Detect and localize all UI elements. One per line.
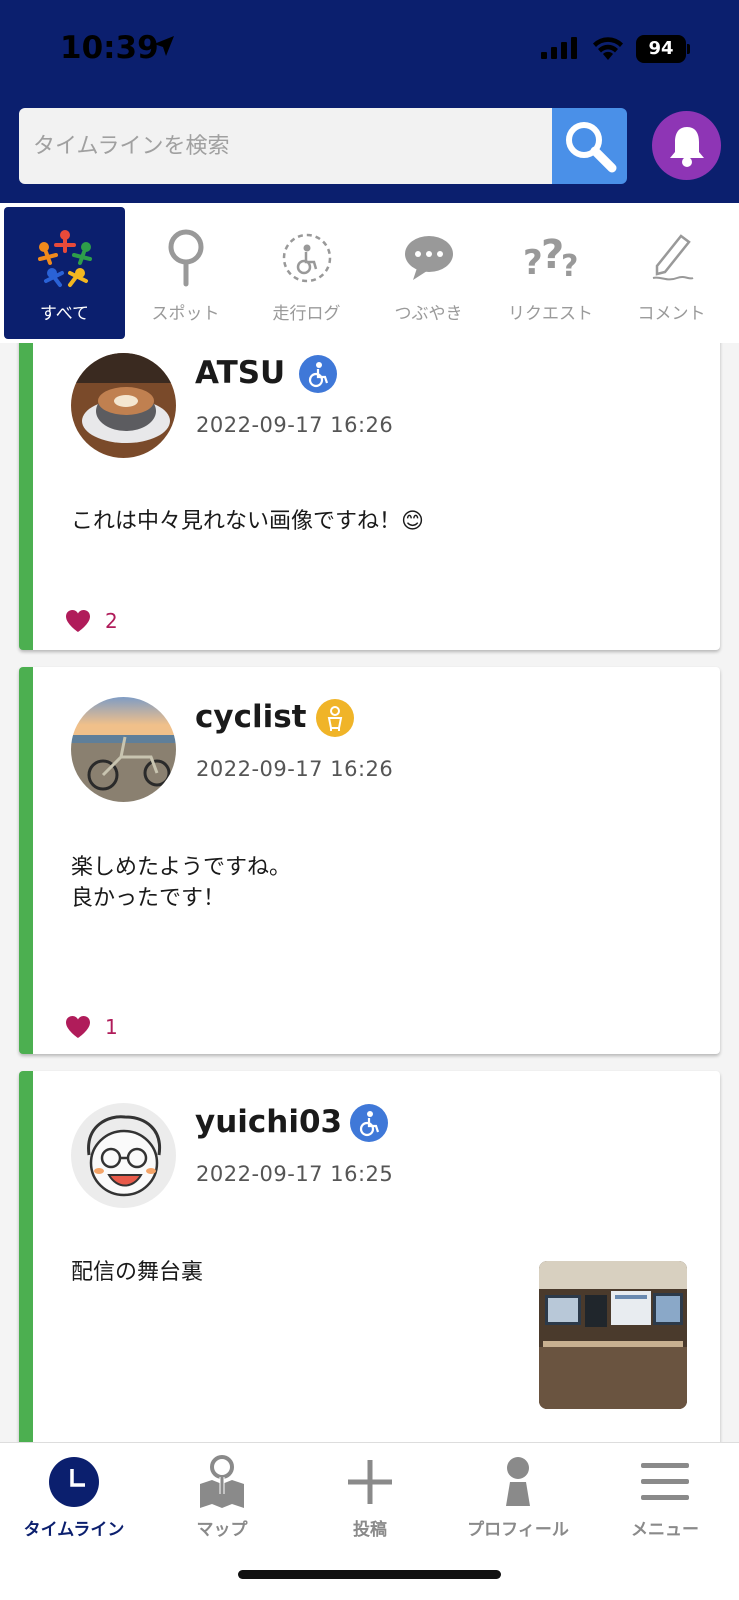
- nav-post[interactable]: 投稿: [296, 1451, 444, 1541]
- wheelchair-route-icon: [282, 233, 331, 283]
- username[interactable]: cyclist: [195, 699, 306, 735]
- tab-comment[interactable]: コメント: [611, 207, 732, 339]
- tab-label: スポット: [151, 304, 220, 324]
- app-header: 10:39 94: [0, 0, 739, 203]
- svg-text:?: ?: [561, 249, 578, 284]
- tab-label: コメント: [637, 304, 706, 324]
- beach-bicycle-photo: [71, 697, 176, 802]
- tab-label: すべて: [39, 304, 90, 324]
- search-button[interactable]: [552, 108, 627, 184]
- cellular-signal-icon: [541, 37, 577, 59]
- speech-bubble-icon: [404, 236, 453, 280]
- wifi-icon: [593, 37, 623, 60]
- heart-icon: [66, 610, 90, 632]
- status-time: 10:39: [60, 30, 159, 66]
- map-pin-icon: [200, 1455, 244, 1508]
- post-text: 配信の舞台裏: [71, 1260, 204, 1285]
- post-timestamp: 2022-09-17 16:26: [196, 413, 394, 437]
- post-card[interactable]: yuichi03 2022-09-17 16:25 配信の舞台裏: [19, 1071, 720, 1442]
- plus-icon: [348, 1460, 392, 1504]
- tab-request[interactable]: ? ? ? リクエスト: [490, 207, 611, 339]
- nav-map[interactable]: マップ: [148, 1451, 296, 1541]
- nav-label: プロフィール: [467, 1520, 569, 1540]
- avatar[interactable]: [71, 353, 176, 458]
- like-count: 2: [105, 609, 118, 633]
- person-icon: [506, 1457, 530, 1506]
- post-timestamp: 2022-09-17 16:25: [196, 1162, 394, 1186]
- nav-label: タイムライン: [23, 1520, 125, 1540]
- bell-icon: [669, 126, 704, 167]
- tab-label: つぶやき: [394, 304, 463, 324]
- people-circle-icon: [37, 230, 92, 287]
- desk-monitors-photo: [539, 1261, 687, 1409]
- status-bar: 10:39 94: [0, 0, 739, 100]
- like-button[interactable]: 1: [65, 1015, 118, 1039]
- heart-icon: [66, 1016, 90, 1038]
- nav-label: マップ: [196, 1520, 248, 1540]
- wheelchair-icon: [308, 362, 329, 388]
- post-text: これは中々見れない画像ですね！😊: [71, 509, 424, 534]
- nav-profile[interactable]: プロフィール: [444, 1451, 592, 1541]
- nav-label: 投稿: [353, 1520, 387, 1540]
- wheelchair-icon: [359, 1111, 380, 1137]
- post-card[interactable]: ATSU 2022-09-17 16:26 これは中々見れない画像ですね！😊 2: [19, 343, 720, 650]
- search-input[interactable]: [33, 133, 553, 159]
- home-indicator[interactable]: [238, 1570, 501, 1579]
- pencil-icon: [652, 234, 693, 281]
- nav-label: メニュー: [631, 1520, 699, 1540]
- username[interactable]: ATSU: [195, 355, 285, 391]
- notification-button[interactable]: [652, 111, 721, 180]
- svg-text:?: ?: [523, 243, 543, 283]
- like-count: 1: [105, 1015, 118, 1039]
- post-text: 楽しめたようですね。 良かったです！: [71, 855, 292, 911]
- like-button[interactable]: 2: [65, 609, 118, 633]
- illustrated-face: [71, 1103, 176, 1208]
- tab-label: リクエスト: [508, 304, 593, 324]
- post-image[interactable]: [539, 1261, 687, 1409]
- nav-timeline[interactable]: タイムライン: [0, 1451, 148, 1541]
- username[interactable]: yuichi03: [195, 1104, 342, 1140]
- battery-indicator: 94: [636, 35, 686, 63]
- avatar[interactable]: [71, 697, 176, 802]
- tab-ride-log[interactable]: 走行ログ: [246, 207, 367, 339]
- battery-tip: [687, 44, 690, 54]
- tab-label: 走行ログ: [272, 304, 341, 324]
- post-card[interactable]: cyclist 2022-09-17 16:26 楽しめたようですね。 良かった…: [19, 667, 720, 1054]
- tab-tweets[interactable]: つぶやき: [368, 207, 489, 339]
- search-icon: [565, 122, 616, 173]
- wheelchair-badge: [299, 355, 337, 393]
- search-box[interactable]: [19, 108, 553, 184]
- latte-coffee-photo: [71, 353, 176, 458]
- location-arrow-icon: [154, 36, 174, 56]
- nav-menu[interactable]: メニュー: [591, 1451, 739, 1541]
- category-tabs: すべて スポット 走行ログ つぶやき ? ? ? リクエスト コメント: [0, 203, 739, 343]
- caregiver-icon: [327, 706, 343, 731]
- avatar[interactable]: [71, 1103, 176, 1208]
- tab-spot[interactable]: スポット: [125, 207, 246, 339]
- timeline-feed[interactable]: ATSU 2022-09-17 16:26 これは中々見れない画像ですね！😊 2: [0, 343, 739, 1442]
- question-marks-icon: ? ? ?: [523, 232, 578, 284]
- tab-all[interactable]: すべて: [4, 207, 125, 339]
- clock-icon: [49, 1457, 99, 1507]
- pin-icon: [168, 229, 203, 287]
- post-timestamp: 2022-09-17 16:26: [196, 757, 394, 781]
- caregiver-badge: [316, 699, 354, 737]
- hamburger-icon: [641, 1463, 689, 1500]
- wheelchair-badge: [350, 1104, 388, 1142]
